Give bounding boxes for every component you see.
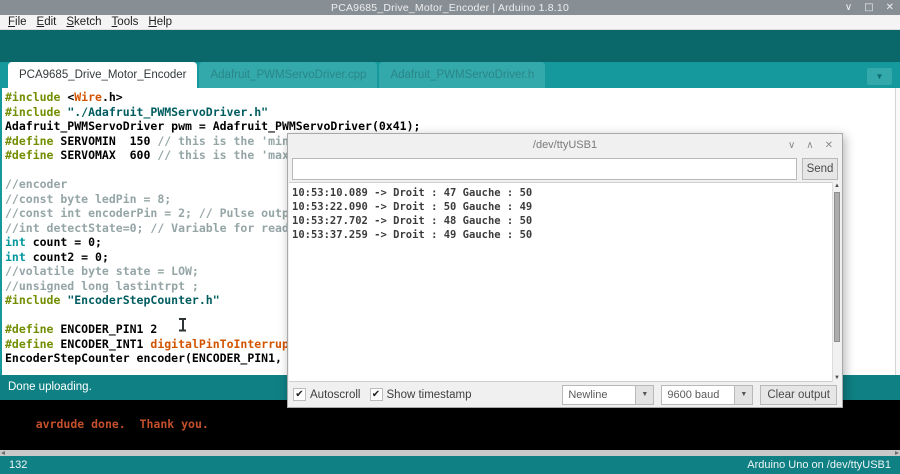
- clear-output-button[interactable]: Clear output: [760, 385, 837, 405]
- scroll-up-icon[interactable]: ▲: [833, 183, 841, 189]
- menu-item-tools[interactable]: Tools: [107, 16, 144, 28]
- toolbar: [0, 30, 900, 62]
- serial-monitor-window: /dev/ttyUSB1 ∨ ∧ ✕ Send 10:53:10.089 -> …: [287, 133, 843, 408]
- minimize-icon[interactable]: ∨: [845, 3, 852, 13]
- serial-output-line: 10:53:22.090 -> Droit : 50 Gauche : 49: [292, 200, 829, 214]
- maximize-icon[interactable]: □: [864, 3, 873, 13]
- arduino-ide-window: PCA9685_Drive_Motor_Encoder | Arduino 1.…: [0, 0, 900, 474]
- autoscroll-checkbox[interactable]: ✔ Autoscroll: [293, 388, 361, 401]
- tab-bar: PCA9685_Drive_Motor_EncoderAdafruit_PWMS…: [0, 62, 900, 88]
- scroll-down-icon[interactable]: ▼: [833, 375, 841, 381]
- code-line: #include <Wire.h>: [5, 90, 900, 105]
- autoscroll-label: Autoscroll: [310, 389, 361, 401]
- close-icon[interactable]: ✕: [825, 140, 833, 151]
- editor-scrollbar[interactable]: [895, 88, 900, 375]
- serial-monitor-controls: ✔ Autoscroll ✔ Show timestamp Newline ▼ …: [288, 382, 842, 407]
- window-titlebar: PCA9685_Drive_Motor_Encoder | Arduino 1.…: [0, 0, 900, 15]
- show-timestamp-label: Show timestamp: [387, 389, 472, 401]
- scrollbar-thumb[interactable]: [834, 192, 840, 342]
- menu-item-help[interactable]: Help: [143, 16, 177, 28]
- tab-pca9685_drive_motor_encoder[interactable]: PCA9685_Drive_Motor_Encoder: [8, 62, 197, 88]
- mouse-cursor-ibeam: [178, 318, 187, 332]
- shade-icon[interactable]: ∨: [788, 140, 795, 151]
- serial-monitor-titlebar: /dev/ttyUSB1 ∨ ∧ ✕: [288, 134, 842, 156]
- tab-list-dropdown-button[interactable]: ▼: [867, 68, 892, 85]
- serial-output-scrollbar[interactable]: ▲ ▼: [832, 182, 841, 382]
- checkmark-icon: ✔: [293, 388, 306, 401]
- tab-adafruit_pwmservodriver.cpp[interactable]: Adafruit_PWMServoDriver.cpp: [199, 62, 377, 88]
- serial-output-line: 10:53:27.702 -> Droit : 48 Gauche : 50: [292, 214, 829, 228]
- checkmark-icon: ✔: [370, 388, 383, 401]
- board-port-info: Arduino Uno on /dev/ttyUSB1: [747, 459, 891, 471]
- bottom-status-bar: 132 Arduino Uno on /dev/ttyUSB1: [0, 456, 900, 474]
- line-ending-select[interactable]: Newline ▼: [562, 385, 654, 405]
- line-number: 132: [9, 459, 27, 471]
- show-timestamp-checkbox[interactable]: ✔ Show timestamp: [370, 388, 472, 401]
- console-text: avrdude done. Thank you.: [36, 417, 209, 431]
- unshade-icon[interactable]: ∧: [806, 140, 813, 151]
- window-title: PCA9685_Drive_Motor_Encoder | Arduino 1.…: [331, 2, 569, 14]
- serial-input[interactable]: [292, 158, 797, 180]
- clear-output-label: Clear output: [767, 389, 830, 401]
- chevron-down-icon: ▼: [734, 385, 753, 405]
- serial-monitor-title: /dev/ttyUSB1: [533, 139, 597, 151]
- serial-output-line: 10:53:10.089 -> Droit : 47 Gauche : 50: [292, 186, 829, 200]
- send-label: Send: [807, 163, 834, 175]
- menu-item-file[interactable]: File: [3, 16, 32, 28]
- send-button[interactable]: Send: [802, 158, 838, 180]
- baud-rate-select[interactable]: 9600 baud ▼: [661, 385, 753, 405]
- code-line: Adafruit_PWMServoDriver pwm = Adafruit_P…: [5, 119, 900, 134]
- close-icon[interactable]: ✕: [886, 3, 894, 13]
- chevron-down-icon: ▼: [635, 385, 654, 405]
- menu-item-edit[interactable]: Edit: [32, 16, 62, 28]
- line-ending-value: Newline: [562, 385, 636, 405]
- chevron-down-icon: ▼: [876, 72, 884, 81]
- menu-bar: FileEditSketchToolsHelp: [0, 15, 900, 30]
- serial-output: 10:53:10.089 -> Droit : 47 Gauche : 5010…: [289, 182, 841, 382]
- status-message: Done uploading.: [8, 381, 92, 393]
- baud-rate-value: 9600 baud: [661, 385, 735, 405]
- menu-item-sketch[interactable]: Sketch: [61, 16, 106, 28]
- code-line: #include "./Adafruit_PWMServoDriver.h": [5, 105, 900, 120]
- serial-output-line: 10:53:37.259 -> Droit : 49 Gauche : 50: [292, 228, 829, 242]
- tab-adafruit_pwmservodriver.h[interactable]: Adafruit_PWMServoDriver.h: [379, 62, 545, 88]
